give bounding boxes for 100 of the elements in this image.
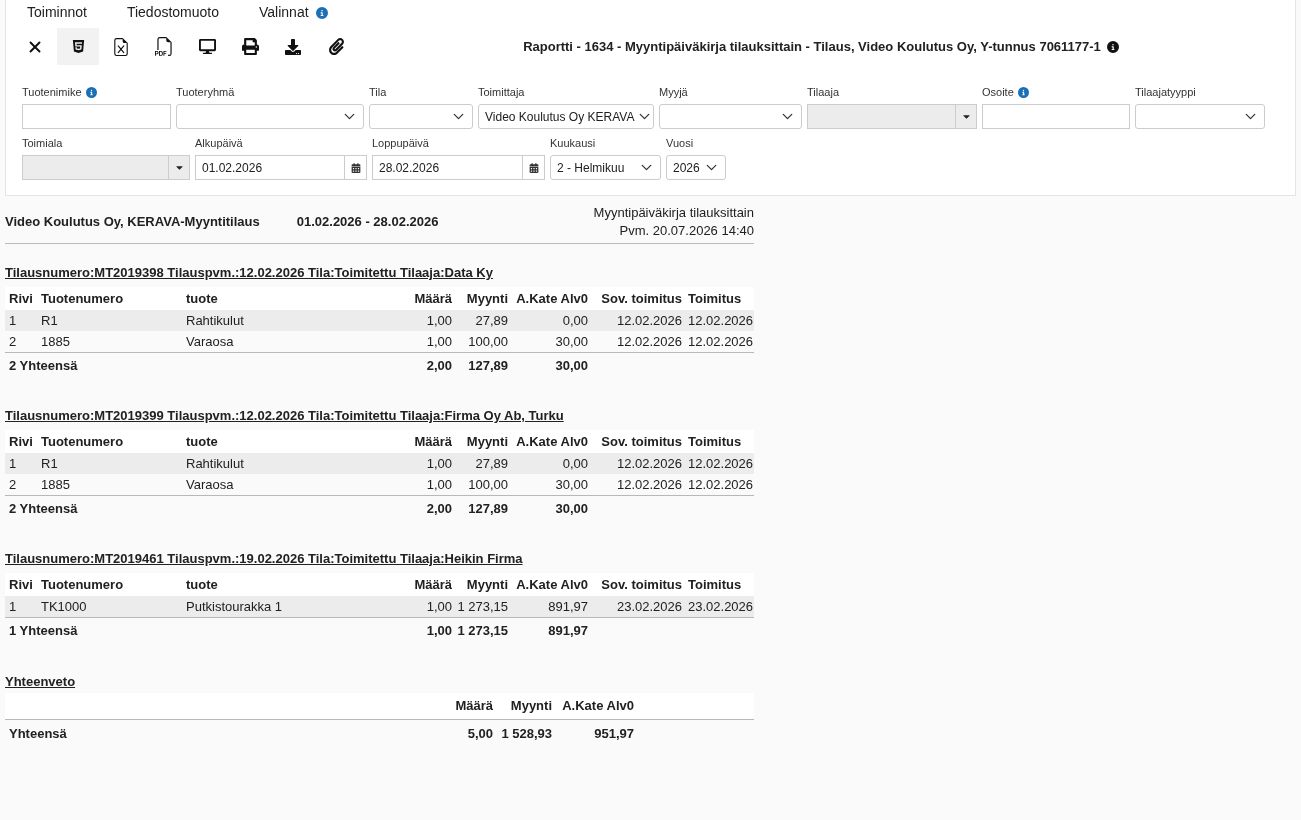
dropdown-field[interactable]: [659, 104, 802, 129]
field-label: Tuoteryhmä: [176, 85, 235, 101]
table-cell: 23.02.2026: [591, 596, 685, 617]
table-cell: 30,00: [511, 331, 591, 352]
print-date: Pvm. 20.07.2026 14:40: [619, 222, 754, 240]
dropdown-field[interactable]: [176, 104, 364, 129]
total-value: 891,97: [511, 617, 591, 643]
total-value: 127,89: [455, 352, 511, 378]
order-heading: Tilausnumero:MT2019399 Tilauspvm.:12.02.2026 Tila:Toimitettu Tilaaja:Firma Oy Ab, Turku: [5, 408, 564, 424]
field-label: Tilaajatyyppi: [1135, 85, 1196, 101]
monitor-icon: [198, 38, 216, 55]
menu-item[interactable]: Valinnat: [259, 2, 328, 23]
total-value: 5,00: [436, 719, 497, 747]
table-cell: 23.02.2026: [685, 596, 754, 617]
table-cell: Putkistourakka 1: [182, 596, 404, 617]
input-field[interactable]: [982, 104, 1130, 129]
table-cell: 891,97: [511, 596, 591, 617]
total-value: 1 528,93: [497, 719, 556, 747]
column-header: Toimitus: [685, 573, 754, 596]
field-label: Toimiala: [22, 136, 63, 152]
column-header: tuote: [182, 430, 404, 453]
column-header: Rivi: [5, 287, 37, 310]
total-value: 2,00: [404, 352, 455, 378]
table-cell: 30,00: [511, 474, 591, 495]
table-cell: Rahtikulut: [182, 310, 404, 331]
pdf-file-icon: [154, 37, 174, 56]
table-cell: R1: [37, 453, 182, 474]
column-header: tuote: [182, 573, 404, 596]
report-name: Myyntipäiväkirja tilauksittain: [593, 204, 754, 222]
table-cell: 12.02.2026: [591, 310, 685, 331]
field-label: Tila: [369, 85, 387, 101]
report-title: Raportti - 1634 - Myyntipäiväkirja tilauksittain - Tilaus, Video Koulutus Oy, Y-tunnus 7061177-1: [523, 37, 1101, 56]
info-icon[interactable]: [1106, 40, 1119, 53]
excel-file-icon: [112, 37, 130, 56]
table-cell: 1885: [37, 331, 182, 352]
column-header: Toimitus: [685, 287, 754, 310]
column-header: Sov. toimitus: [591, 573, 685, 596]
column-header: Määrä: [404, 430, 455, 453]
column-header: Tuotenumero: [37, 430, 182, 453]
table-cell: 12.02.2026: [685, 474, 754, 495]
table-cell: 100,00: [455, 331, 511, 352]
column-header: Myynti: [455, 287, 511, 310]
summary-heading: Yhteenveto: [5, 674, 76, 690]
dropdown-field[interactable]: 2 - Helmikuu: [550, 155, 661, 180]
table-cell: 1,00: [404, 596, 455, 617]
order-heading: Tilausnumero:MT2019461 Tilauspvm.:19.02.2026 Tila:Toimitettu Tilaaja:Heikin Firma: [5, 551, 523, 567]
order-heading: Tilausnumero:MT2019398 Tilauspvm.:12.02.2026 Tila:Toimitettu Tilaaja:Data Ky: [5, 265, 493, 281]
dropdown-field[interactable]: [369, 104, 473, 129]
total-value: 30,00: [511, 495, 591, 521]
table-cell: Rahtikulut: [182, 453, 404, 474]
menu-item[interactable]: Toiminnot: [27, 2, 87, 23]
company-name: Video Koulutus Oy, KERAVA-Myyntitilaus: [5, 213, 260, 232]
download-icon: [285, 38, 301, 55]
total-label: Yhteensä: [5, 719, 436, 747]
dropdown-field[interactable]: 2026: [666, 155, 726, 180]
field-label: Loppupäivä: [372, 136, 429, 152]
table-cell: 0,00: [511, 310, 591, 331]
column-header: Sov. toimitus: [591, 430, 685, 453]
field-label: Kuukausi: [550, 136, 596, 152]
table-cell: 1: [5, 596, 37, 617]
dropdown-field[interactable]: [1135, 104, 1265, 129]
total-label: 1 Yhteensä: [5, 617, 404, 643]
field-label: Vuosi: [666, 136, 694, 152]
calendar-button[interactable]: [522, 155, 545, 180]
column-header: Määrä: [404, 573, 455, 596]
table-cell: 2: [5, 474, 37, 495]
printer-icon: [241, 38, 259, 55]
input-field[interactable]: [22, 104, 171, 129]
table-cell: 1: [5, 310, 37, 331]
total-value: 951,97: [556, 719, 638, 747]
dropdown-button[interactable]: [168, 155, 190, 180]
field-label: Tuotenimike: [22, 85, 82, 101]
date-input-field[interactable]: 01.02.2026: [195, 155, 344, 180]
column-header: Myynti: [455, 573, 511, 596]
table-cell: 1,00: [404, 474, 455, 495]
calendar-button[interactable]: [344, 155, 367, 180]
paperclip-icon: [327, 38, 345, 55]
table-cell: 12.02.2026: [685, 453, 754, 474]
field-label: Tilaaja: [807, 85, 839, 101]
total-label: 2 Yhteensä: [5, 352, 404, 378]
date-input-field[interactable]: 28.02.2026: [372, 155, 522, 180]
table-cell: 1,00: [404, 331, 455, 352]
column-header: A.Kate Alv0: [511, 430, 591, 453]
menu-item[interactable]: Tiedostomuoto: [126, 2, 219, 23]
total-label: 2 Yhteensä: [5, 495, 404, 521]
dropdown-button[interactable]: [955, 104, 977, 129]
column-header: Määrä: [436, 693, 497, 719]
column-header: A.Kate Alv0: [556, 693, 638, 719]
dropdown-field[interactable]: Video Koulutus Oy KERAVA: [478, 104, 654, 129]
report-period: 01.02.2026 - 28.02.2026: [296, 213, 439, 232]
column-header: Rivi: [5, 573, 37, 596]
table-cell: 12.02.2026: [591, 453, 685, 474]
column-header: Määrä: [404, 287, 455, 310]
total-value: 127,89: [455, 495, 511, 521]
total-value: 30,00: [511, 352, 591, 378]
table-cell: R1: [37, 310, 182, 331]
table-cell: 12.02.2026: [685, 331, 754, 352]
toolbar-button[interactable]: [57, 28, 99, 65]
column-header: Myynti: [455, 430, 511, 453]
column-header: A.Kate Alv0: [511, 287, 591, 310]
